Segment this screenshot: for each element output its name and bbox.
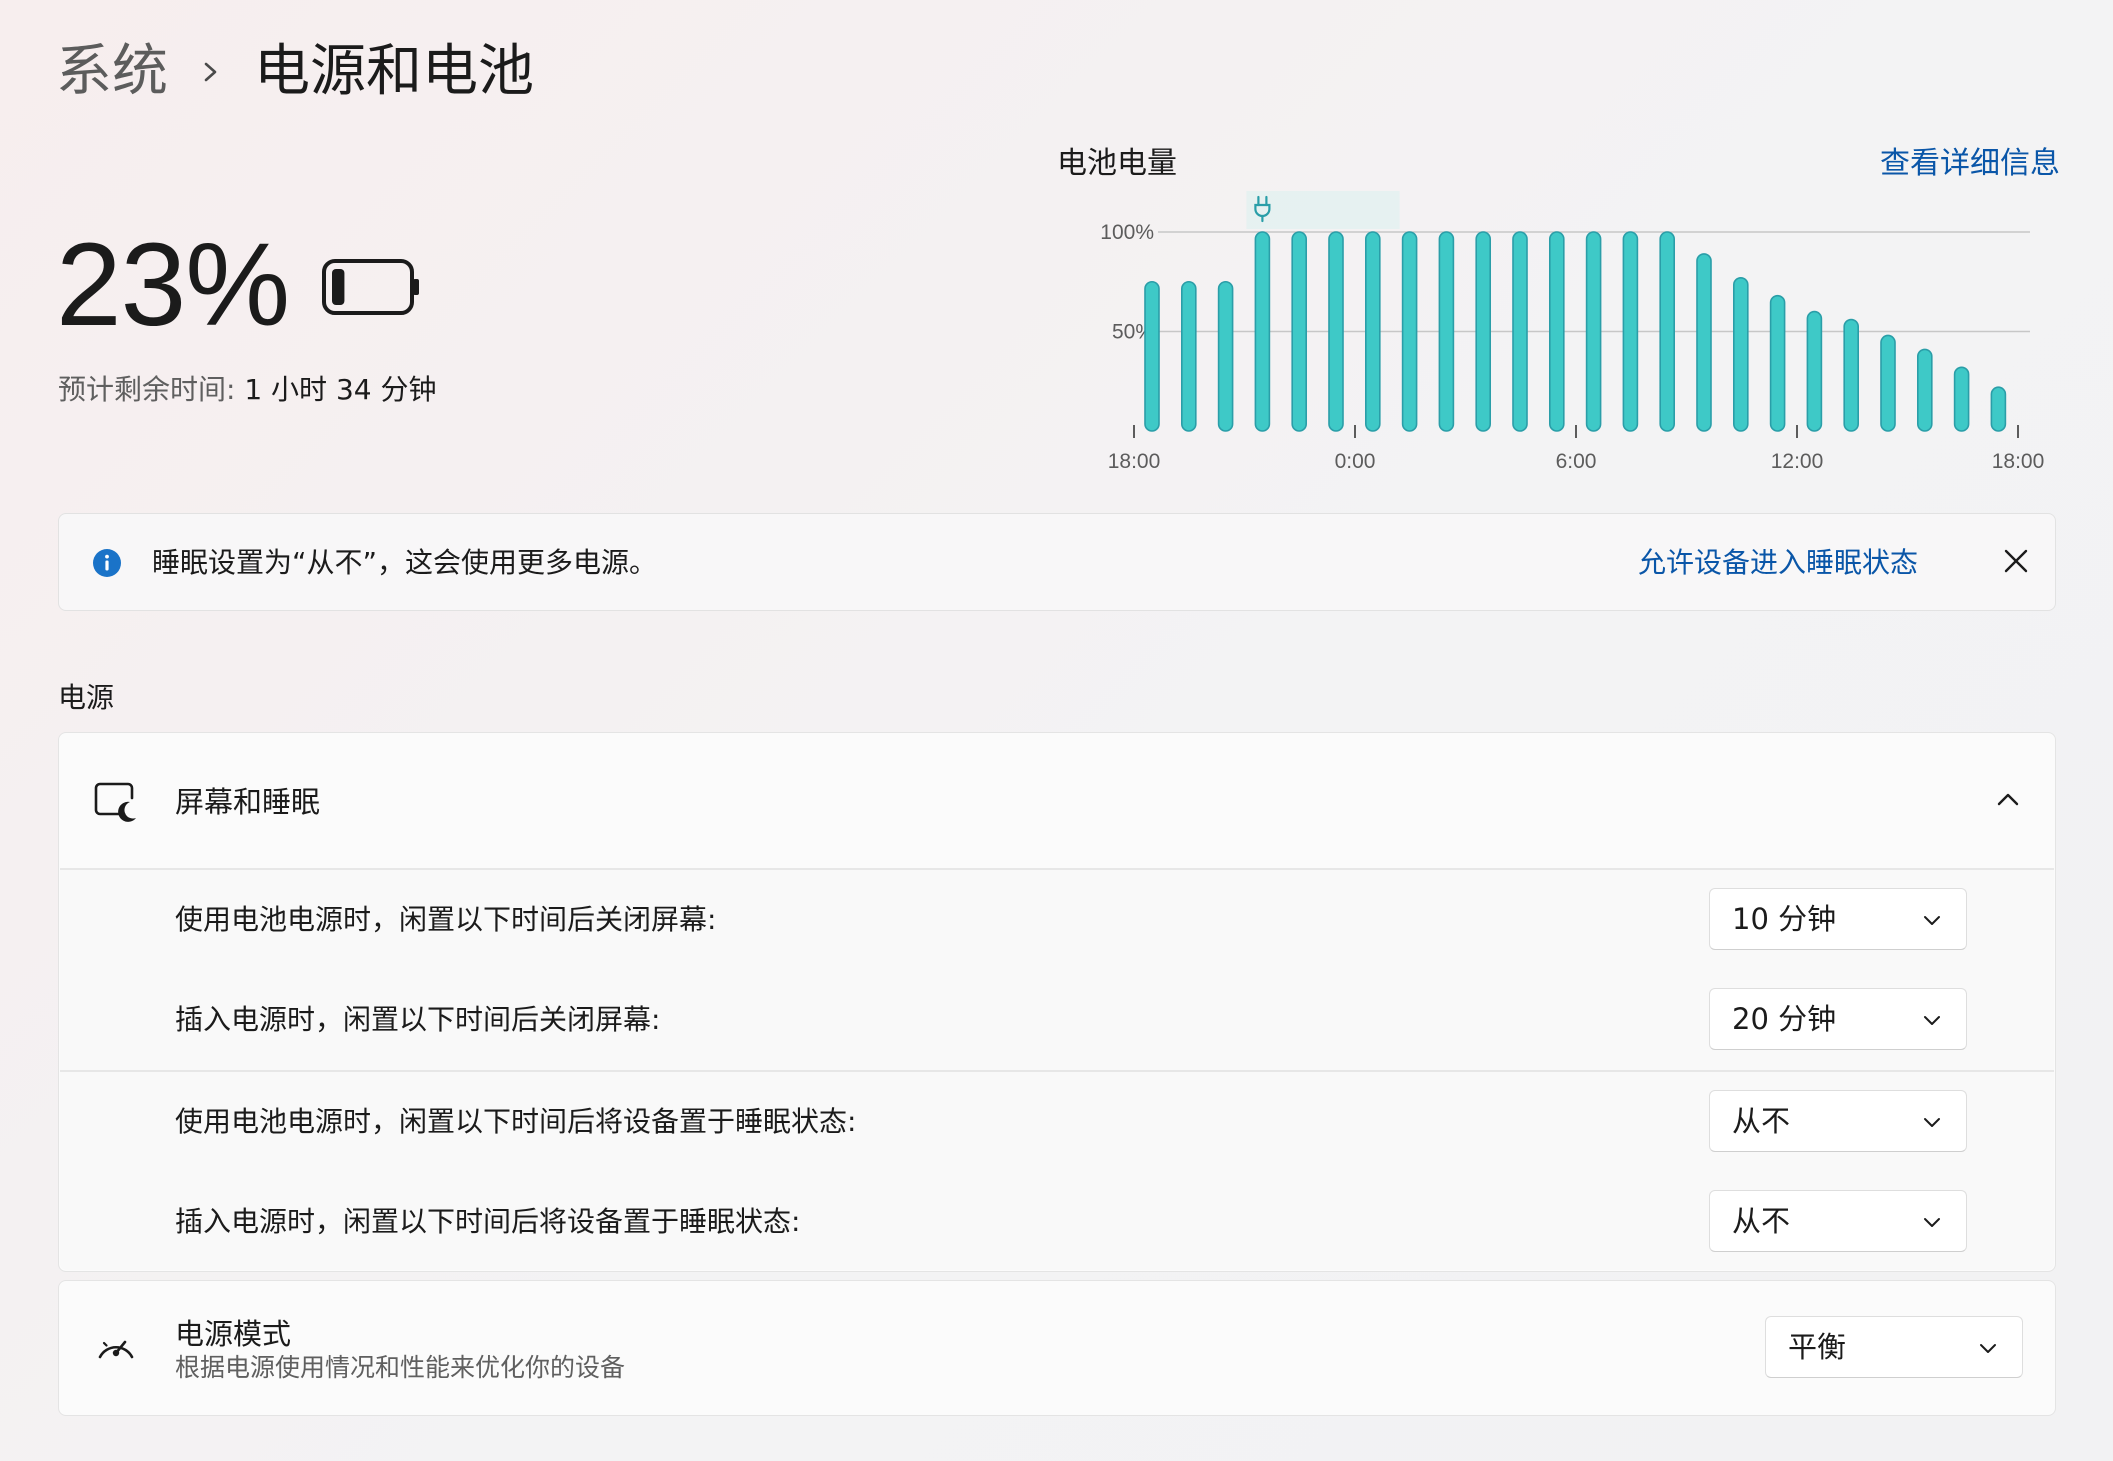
gauge-icon (98, 1340, 134, 1359)
chart-bar (1181, 280, 1197, 432)
allow-sleep-link[interactable]: 允许设备进入睡眠状态 (1638, 544, 1918, 582)
plugged-screen-off-label: 插入电源时，闲置以下时间后关闭屏幕: (175, 1003, 661, 1036)
battery-chart-title: 电池电量 (1057, 146, 1177, 181)
chart-bar (1291, 231, 1307, 432)
battery-level-chart: 100%50%18:00 0:00 6:00 12:00 18:00 (1100, 191, 2045, 473)
screen-sleep-icon (94, 782, 136, 822)
info-message: 睡眠设置为“从不”，这会使用更多电源。 (152, 546, 658, 579)
battery-screen-off-dropdown[interactable]: 10 分钟 (1709, 888, 1967, 950)
chart-bar (1364, 231, 1381, 432)
x-tick-label: 12:00 (1771, 450, 1824, 473)
chart-bar (1880, 334, 1896, 432)
x-tick-label: 18:00 (1992, 450, 2045, 473)
chevron-down-icon (1924, 1118, 1940, 1127)
chart-bar (1843, 318, 1860, 432)
chart-bar (1512, 231, 1528, 432)
close-icon[interactable] (2002, 547, 2030, 575)
chart-bar (1401, 231, 1418, 432)
power-section-label: 电源 (58, 681, 115, 714)
battery-sleep-dropdown[interactable]: 从不 (1709, 1090, 1967, 1152)
x-tick-label: 6:00 (1556, 450, 1597, 473)
power-mode-card (58, 1280, 2056, 1416)
dropdown-value: 平衡 (1788, 1330, 1847, 1364)
battery-icon (322, 259, 419, 315)
breadcrumb-parent[interactable]: 系统 (56, 32, 168, 112)
x-tick-label: 0:00 (1335, 450, 1376, 473)
divider (60, 1070, 2054, 1072)
power-mode-description: 根据电源使用情况和性能来优化你的设备 (175, 1353, 626, 1382)
chart-bar (1438, 231, 1455, 432)
battery-sleep-label: 使用电池电源时，闲置以下时间后将设备置于睡眠状态: (175, 1105, 857, 1138)
page-title: 电源和电池 (254, 39, 534, 104)
chevron-down-icon (1924, 1218, 1940, 1227)
eta-label: 预计剩余时间: (58, 373, 245, 406)
dropdown-value: 10 分钟 (1732, 902, 1837, 936)
breadcrumb-chevron-icon (204, 62, 217, 82)
chevron-up-icon[interactable] (1994, 786, 2022, 814)
plugged-screen-off-dropdown[interactable]: 20 分钟 (1709, 988, 1967, 1050)
chevron-down-icon (1924, 916, 1940, 925)
dropdown-value: 从不 (1732, 1104, 1791, 1138)
chart-bar (1916, 348, 1933, 432)
chart-bar (1696, 253, 1712, 432)
dropdown-value: 从不 (1732, 1204, 1791, 1238)
screen-sleep-header[interactable] (60, 734, 2054, 866)
screen-sleep-title: 屏幕和睡眠 (175, 785, 321, 819)
power-mode-title: 电源模式 (175, 1317, 292, 1351)
chart-bar (1990, 386, 2007, 432)
chart-bar (1732, 276, 1749, 432)
x-tick-label: 18:00 (1108, 450, 1161, 473)
chart-bar (1548, 231, 1565, 432)
dropdown-value: 20 分钟 (1732, 1002, 1837, 1036)
info-icon (93, 549, 121, 577)
battery-percentage: 23% (56, 219, 290, 351)
chart-bar (1622, 231, 1639, 432)
chart-bar (1254, 231, 1271, 432)
plugged-sleep-label: 插入电源时，闲置以下时间后将设备置于睡眠状态: (175, 1205, 801, 1238)
power-mode-dropdown[interactable]: 平衡 (1765, 1316, 2023, 1378)
chevron-down-icon (1980, 1344, 1996, 1353)
chart-bar (1585, 231, 1602, 432)
chart-bar (1953, 366, 1970, 432)
chevron-down-icon (1924, 1016, 1940, 1025)
chart-bar (1144, 280, 1160, 432)
chart-bar (1806, 310, 1823, 432)
chart-bar (1328, 231, 1344, 432)
chart-bar (1769, 294, 1786, 432)
plugged-sleep-dropdown[interactable]: 从不 (1709, 1190, 1967, 1252)
divider (60, 868, 2054, 870)
estimated-time-remaining: 预计剩余时间: 1 小时 34 分钟 (58, 370, 437, 410)
eta-value: 1 小时 34 分钟 (244, 373, 437, 406)
chart-bar (1217, 280, 1234, 432)
y-tick-label: 100% (1100, 221, 1154, 244)
chart-bar (1475, 231, 1492, 432)
battery-screen-off-label: 使用电池电源时，闲置以下时间后关闭屏幕: (175, 903, 717, 936)
chart-bar (1659, 231, 1676, 432)
view-details-link[interactable]: 查看详细信息 (1880, 144, 2060, 184)
